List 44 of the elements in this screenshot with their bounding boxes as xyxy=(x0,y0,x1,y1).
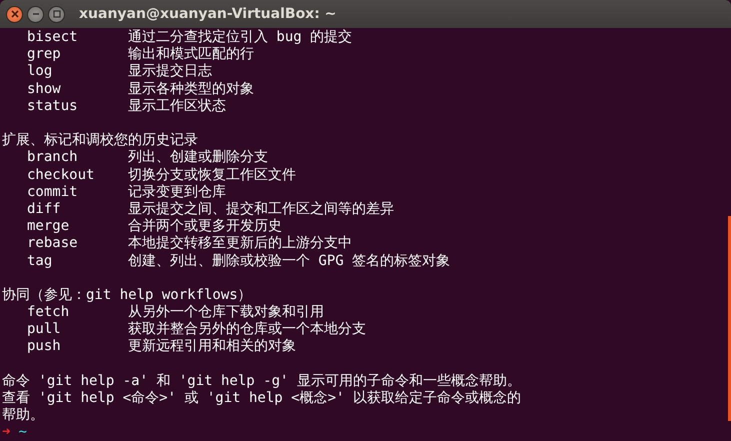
command-name: bisect xyxy=(27,29,79,46)
help-text: 查看 'git help <命令>' 或 'git help <概念>' 以获取给定子命令或概念的 xyxy=(2,390,521,408)
command-description: 通过二分查找定位引入 bug 的提交 xyxy=(128,29,352,46)
command-description: 列出、创建或删除分支 xyxy=(128,149,268,166)
maximize-button[interactable] xyxy=(48,6,65,22)
command-name: push xyxy=(27,338,62,356)
command-description: 显示工作区状态 xyxy=(128,98,226,115)
scrollbar[interactable] xyxy=(728,216,731,421)
command-name: branch xyxy=(27,149,79,166)
command-description: 输出和模式匹配的行 xyxy=(128,46,254,63)
command-name: log xyxy=(27,63,54,80)
command-name: fetch xyxy=(27,304,70,322)
command-name: show xyxy=(27,80,62,98)
command-description: 更新远程引用和相关的对象 xyxy=(128,338,296,356)
help-text: 命令 'git help -a' 和 'git help -g' 显示可用的子命令和一些概念帮助。 xyxy=(2,372,521,390)
command-description: 获取并整合另外的仓库或一个本地分支 xyxy=(128,321,366,338)
section-heading: 扩展、标记和调校您的历史记录 xyxy=(2,132,198,150)
command-name: status xyxy=(27,98,79,115)
command-name: pull xyxy=(27,321,62,338)
maximize-icon xyxy=(52,9,62,19)
window-title: xuanyan@xuanyan-VirtualBox: ~ xyxy=(79,6,336,22)
section-heading: 协同（参见：git help workflows） xyxy=(2,286,252,304)
command-name: grep xyxy=(27,46,62,64)
minimize-button[interactable] xyxy=(27,6,44,22)
command-description: 记录变更到仓库 xyxy=(128,184,226,201)
close-button[interactable] xyxy=(6,6,23,22)
command-name: commit xyxy=(27,184,79,201)
command-name: tag xyxy=(27,252,54,270)
command-name: rebase xyxy=(27,235,79,252)
command-description: 显示各种类型的对象 xyxy=(128,80,254,98)
command-description: 本地提交转移至更新后的上游分支中 xyxy=(128,235,352,252)
command-description: 切换分支或恢复工作区文件 xyxy=(128,166,296,184)
prompt-arrow: ➜ xyxy=(2,424,10,441)
command-name: diff xyxy=(27,200,62,218)
close-icon xyxy=(10,9,20,19)
command-description: 显示提交之间、提交和工作区之间等的差异 xyxy=(128,200,394,218)
command-description: 从另外一个仓库下载对象和引用 xyxy=(128,304,324,321)
help-text: 帮助。 xyxy=(2,407,44,424)
command-description: 创建、列出、删除或校验一个 GPG 签名的标签对象 xyxy=(128,252,450,270)
command-name: checkout xyxy=(27,166,96,184)
command-name: merge xyxy=(27,218,70,236)
command-description: 合并两个或更多开发历史 xyxy=(128,218,282,235)
command-description: 显示提交日志 xyxy=(128,63,212,80)
prompt-path: ~ xyxy=(18,424,27,441)
